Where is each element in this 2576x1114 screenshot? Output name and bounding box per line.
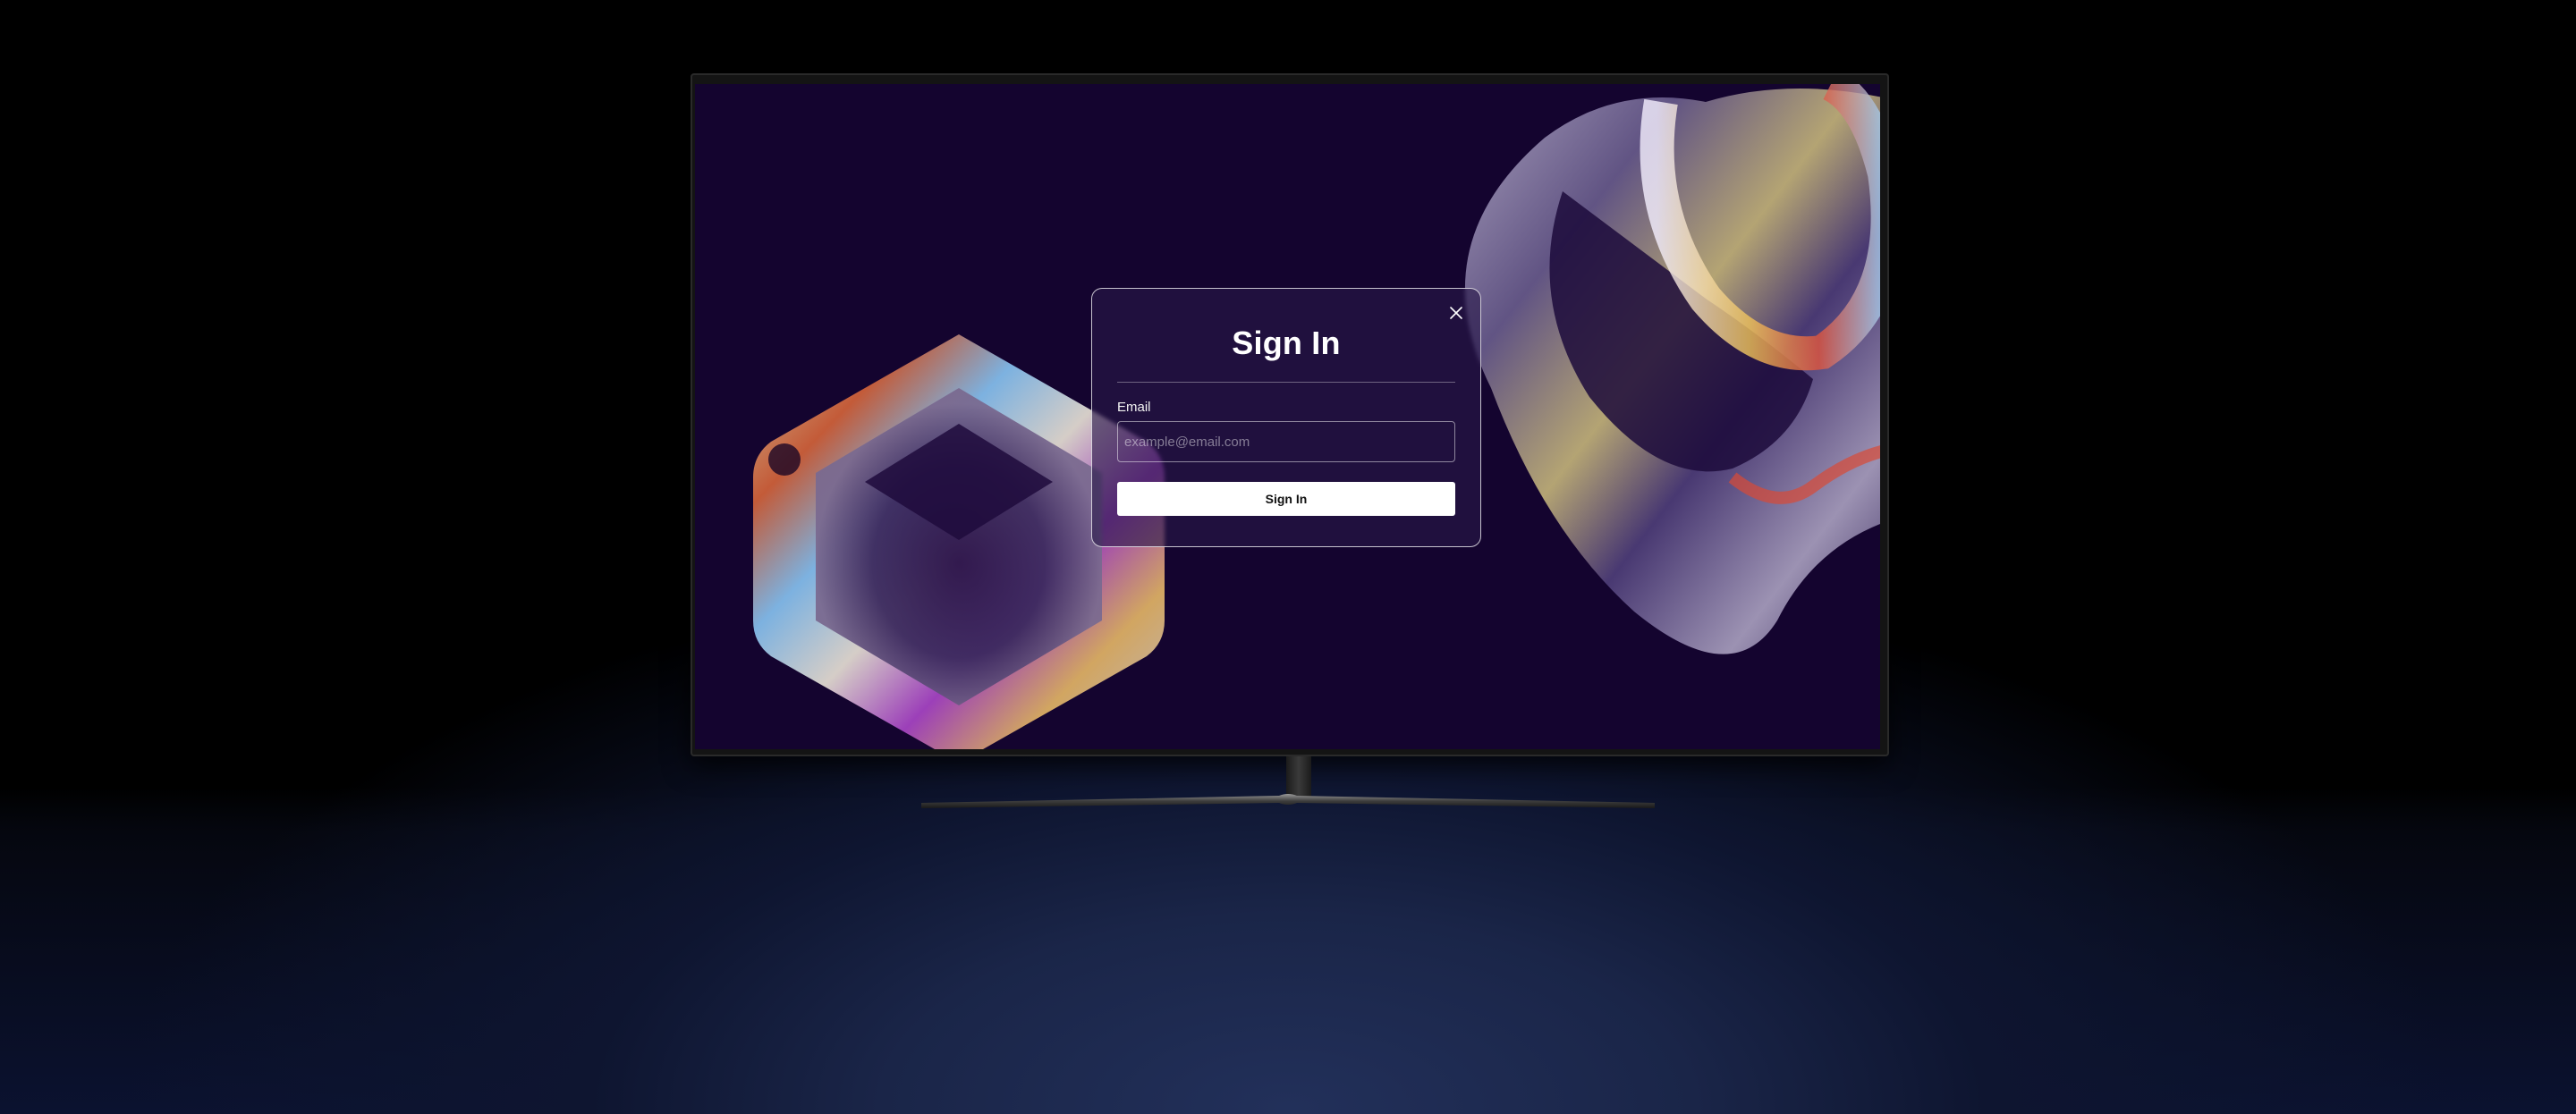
email-input[interactable] [1117,421,1455,462]
title-divider [1117,382,1455,383]
glass-blob-art [1464,84,1880,654]
close-icon [1450,307,1462,319]
tv-stand-base [921,794,1655,808]
stage: Sign In Email Sign In [0,0,2576,1114]
close-button[interactable] [1446,303,1466,323]
modal-title: Sign In [1232,325,1341,361]
tv-screen: Sign In Email Sign In [695,84,1880,749]
sign-in-modal: Sign In Email Sign In [1091,288,1481,547]
email-label: Email [1117,400,1151,415]
sign-in-button[interactable]: Sign In [1117,482,1455,516]
